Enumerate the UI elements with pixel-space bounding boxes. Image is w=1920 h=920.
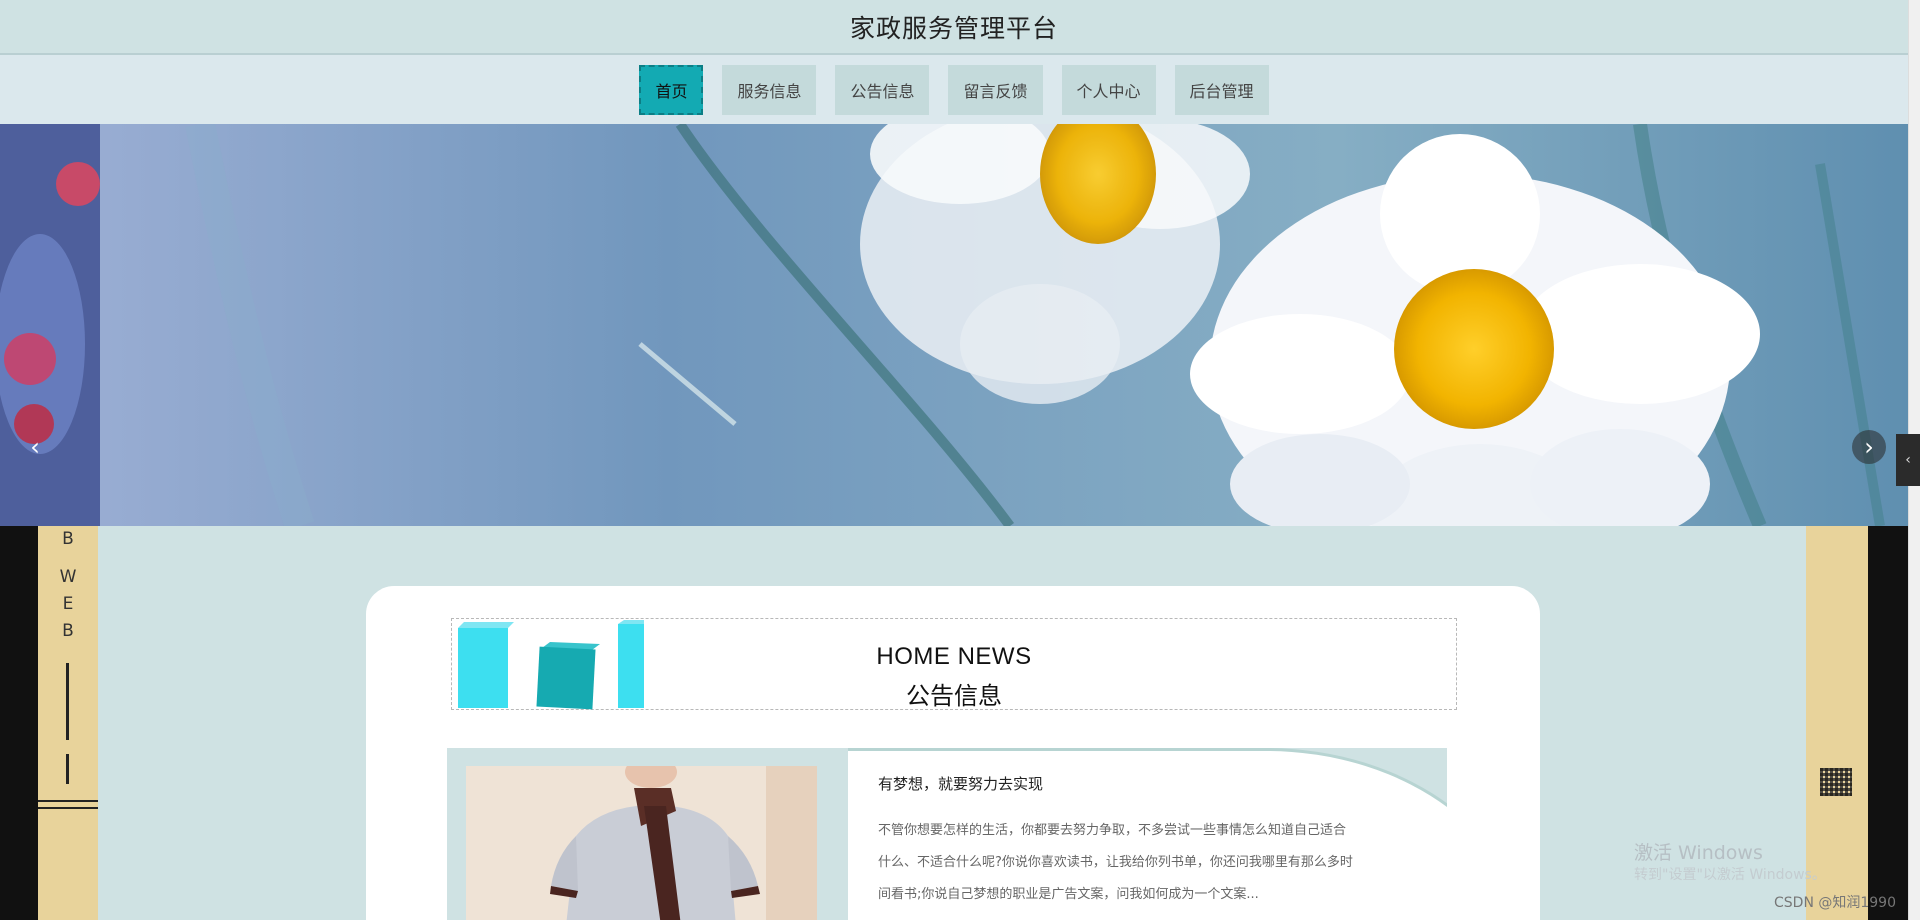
side-panel-toggle[interactable]: ‹ [1896,434,1920,486]
strip-vertical-line-short [66,754,69,784]
chevron-left-icon: ‹ [1905,452,1911,468]
strip-rule [38,800,98,802]
news-section-card: HOME NEWS 公告信息 有梦想，就要努力去实现 不管你想要怎样的生活，你都… [366,586,1540,920]
windows-activation-hint: 转到"设置"以激活 Windows。 [1634,867,1826,883]
strip-letter-top: B [62,529,74,549]
grid-pattern-icon [1820,768,1852,796]
news-title[interactable]: 有梦想，就要努力去实现 [878,773,1043,794]
news-excerpt: 不管你想要怎样的生活，你都要去努力争取，不多尝试一些事情怎么知道自己适合什么、不… [878,823,1353,902]
banner-carousel[interactable]: ‹ › [0,124,1908,526]
news-content-panel: 有梦想，就要努力去实现 不管你想要怎样的生活，你都要去努力争取，不多尝试一些事情… [848,748,1447,920]
strip-vertical-line [66,663,69,740]
left-black-bar [0,526,38,920]
banner-image [0,124,1908,526]
section-title-en: HOME NEWS [876,643,1032,670]
strip-letter-w: W [59,567,77,587]
nav-item-personal-center[interactable]: 个人中心 [1061,64,1156,115]
nav-item-admin[interactable]: 后台管理 [1174,64,1269,115]
carousel-next-button[interactable]: › [1852,430,1886,464]
news-item[interactable]: 有梦想，就要努力去实现 不管你想要怎样的生活，你都要去努力争取，不多尝试一些事情… [447,748,1447,920]
nav-item-announcements[interactable]: 公告信息 [835,64,930,115]
section-title-cn: 公告信息 [906,682,1002,710]
nav-item-feedback[interactable]: 留言反馈 [948,64,1043,115]
chevron-left-icon: ‹ [30,433,40,461]
csdn-credit: CSDN @知润1990 [1774,895,1896,911]
section-title-box: HOME NEWS 公告信息 [451,618,1457,710]
site-title: 家政服务管理平台 [849,13,1058,43]
right-black-bar [1868,526,1908,920]
nav-item-home[interactable]: 首页 [639,64,704,115]
news-thumbnail[interactable] [466,766,817,920]
chevron-right-icon: › [1864,433,1874,461]
main-nav: 首页 服务信息 公告信息 留言反馈 个人中心 后台管理 [0,55,1908,124]
strip-rule [38,807,98,809]
site-header: 家政服务管理平台 [0,0,1908,55]
nav-item-services[interactable]: 服务信息 [722,64,817,115]
left-decor-strip: B W E B [38,526,98,920]
carousel-prev-button[interactable]: ‹ [18,430,52,464]
housekeeper-photo [466,766,817,920]
strip-letter-e: E [62,594,74,614]
windows-activation-title: 激活 Windows [1634,842,1763,864]
strip-letter-b: B [62,621,74,641]
right-decor-strip [1806,526,1868,920]
